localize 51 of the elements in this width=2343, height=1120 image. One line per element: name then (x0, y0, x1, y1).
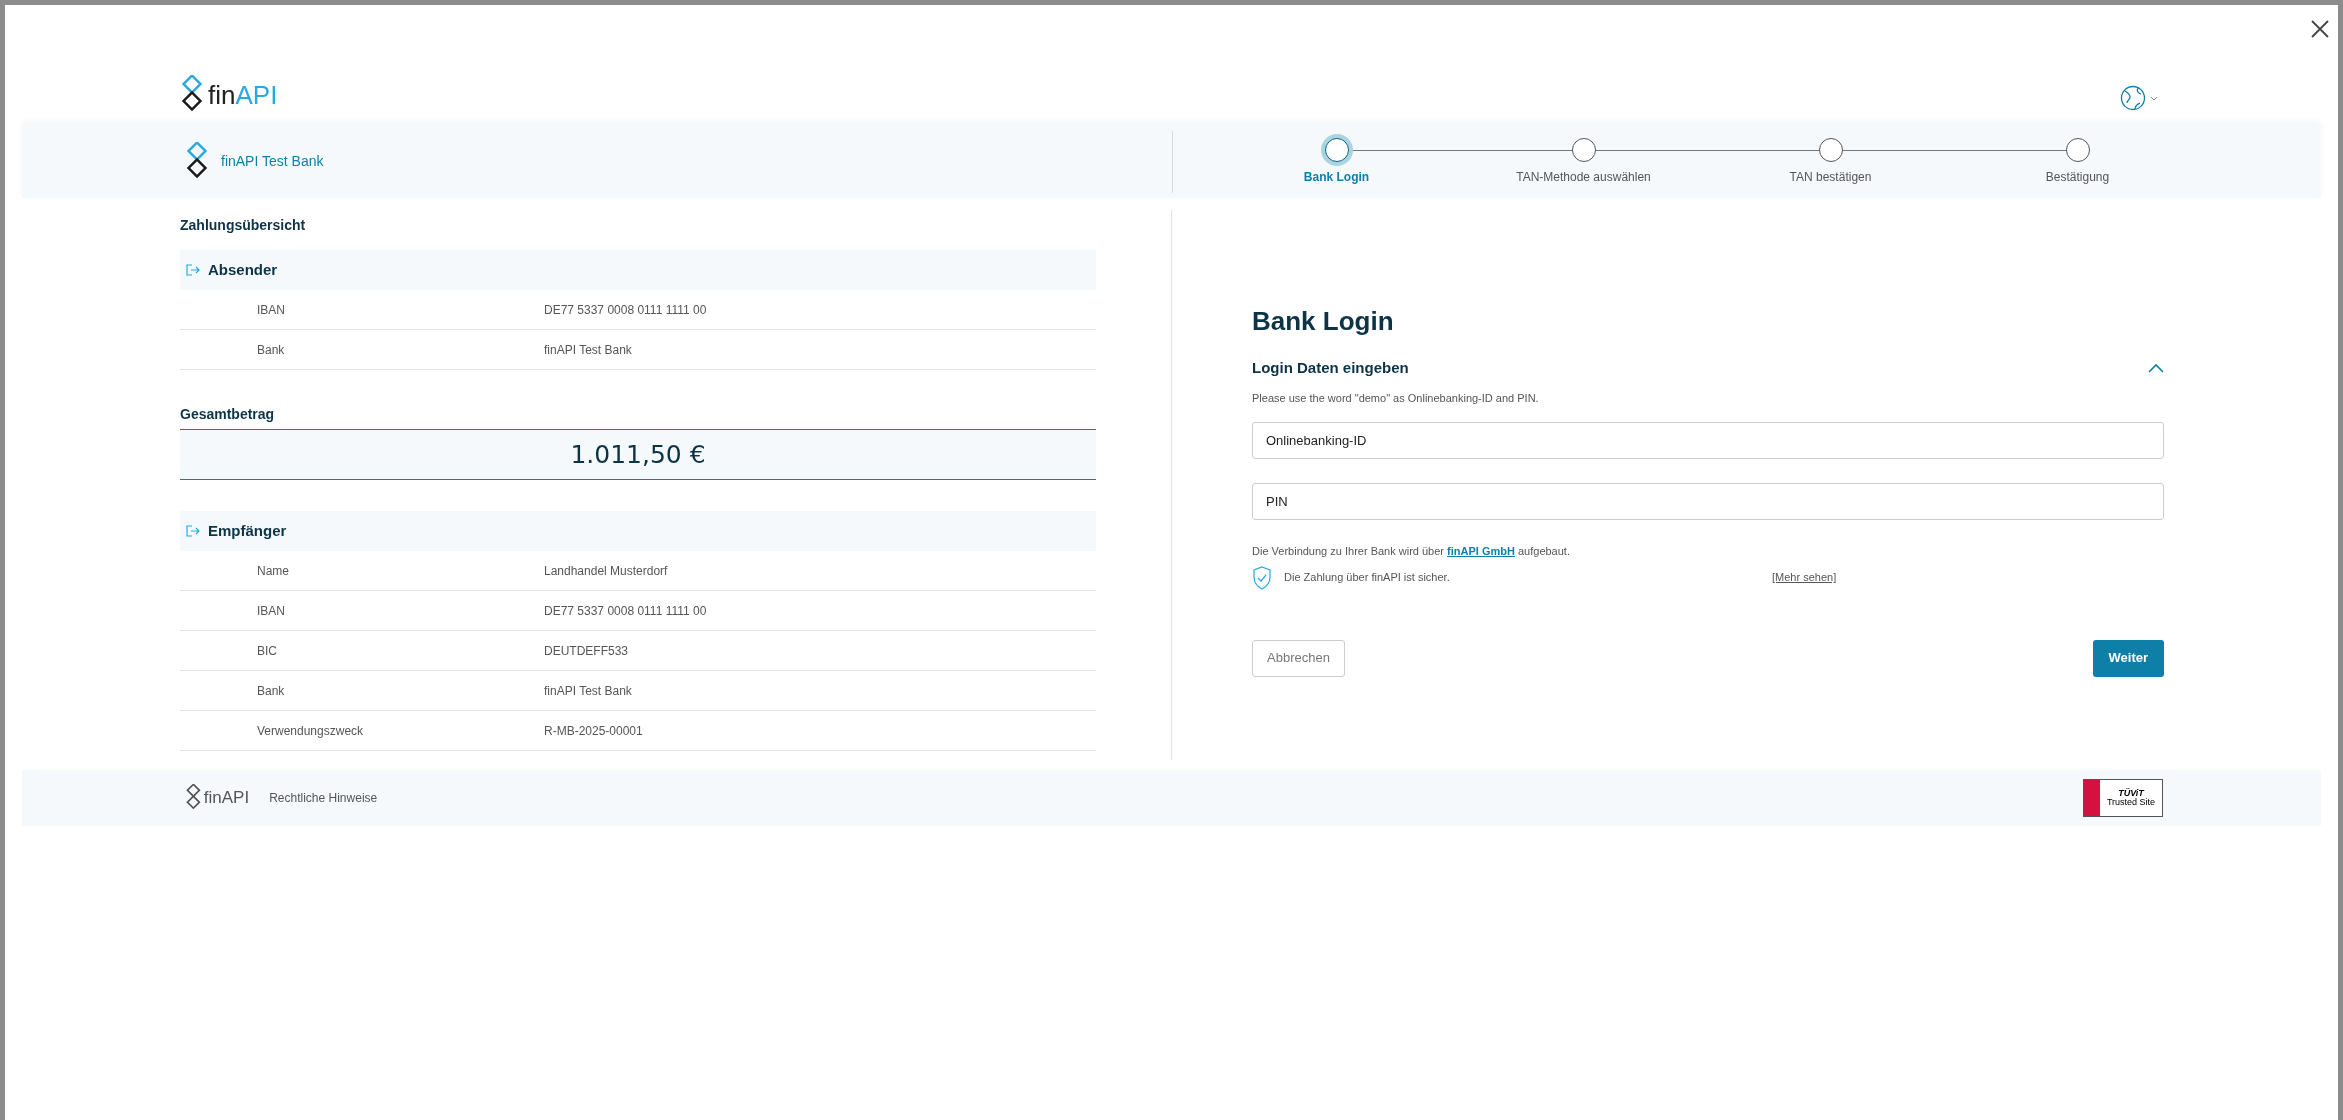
summary-title: Zahlungsübersicht (180, 216, 307, 235)
step-label: Bank Login (1303, 168, 1370, 186)
footer-logo-text: finAPI (203, 787, 250, 810)
row-value: Landhandel Musterdorf (544, 562, 668, 580)
row-value: DEUTDEFF533 (544, 642, 629, 660)
badge-caption: Trusted Site (2106, 798, 2156, 807)
shield-icon (1252, 565, 1272, 590)
row-label: BIC (256, 642, 278, 660)
row-value: DE77 5337 0008 0111 1111 00 (544, 602, 707, 620)
section-title: Empfänger (208, 520, 287, 541)
collapse-button[interactable] (2148, 363, 2164, 374)
close-icon (2311, 20, 2329, 38)
row-value: finAPI Test Bank (544, 341, 632, 359)
logo-icon (185, 784, 202, 812)
login-title: Bank Login (1252, 305, 1395, 338)
caret-icon (2150, 95, 2158, 101)
step-label: TAN-Methode auswählen (1516, 168, 1651, 186)
company-link[interactable]: finAPI GmbH (1447, 545, 1515, 557)
section-title: Absender (208, 259, 278, 280)
total-title: Gesamtbetrag (180, 405, 276, 424)
badge-stripe (2084, 780, 2100, 816)
row-label: Name (256, 562, 290, 580)
row-label: Bank (256, 341, 286, 359)
bank-name: finAPI Test Bank (221, 152, 324, 171)
cancel-button[interactable]: Abbrechen (1252, 639, 1345, 677)
row-label: IBAN (256, 301, 286, 319)
secure-text: Die Zahlung über finAPI ist sicher. (1284, 570, 1451, 586)
row-label: IBAN (256, 602, 286, 620)
total-amount: 1.011,50 € (180, 429, 1096, 480)
globe-icon (2120, 85, 2146, 111)
login-field[interactable]: PIN (1252, 483, 2164, 520)
logo-text: finAPI (208, 82, 278, 108)
legal-link[interactable]: Rechtliche Hinweise (269, 789, 378, 807)
row-value: R-MB-2025-00001 (544, 722, 643, 740)
language-button[interactable] (2120, 85, 2158, 111)
exit-icon (186, 264, 200, 276)
row-value: DE77 5337 0008 0111 1111 00 (544, 301, 707, 319)
connection-text: Die Verbindung zu Ihrer Bank wird über finAPI GmbH aufgebaut. (1252, 544, 1571, 559)
row-value: finAPI Test Bank (544, 682, 632, 700)
more-link[interactable]: [Mehr sehen] (1772, 569, 1837, 586)
step-label: TAN bestätigen (1789, 168, 1872, 186)
login-section-title: Login Daten eingeben (1252, 358, 1409, 378)
next-button[interactable]: Weiter (2092, 639, 2164, 677)
badge-brand: TÜViT (2118, 789, 2144, 798)
hint-text: Please use the word "demo" as Onlinebanking-ID and PIN. (1252, 390, 1540, 406)
chevron-up-icon (2148, 363, 2164, 374)
row-label: Verwendungszweck (256, 722, 365, 740)
row-label: Bank (256, 682, 286, 700)
step-label: Bestätigung (2045, 168, 2110, 186)
enter-icon (186, 525, 200, 537)
login-field[interactable]: Onlinebanking-ID (1252, 422, 2164, 459)
